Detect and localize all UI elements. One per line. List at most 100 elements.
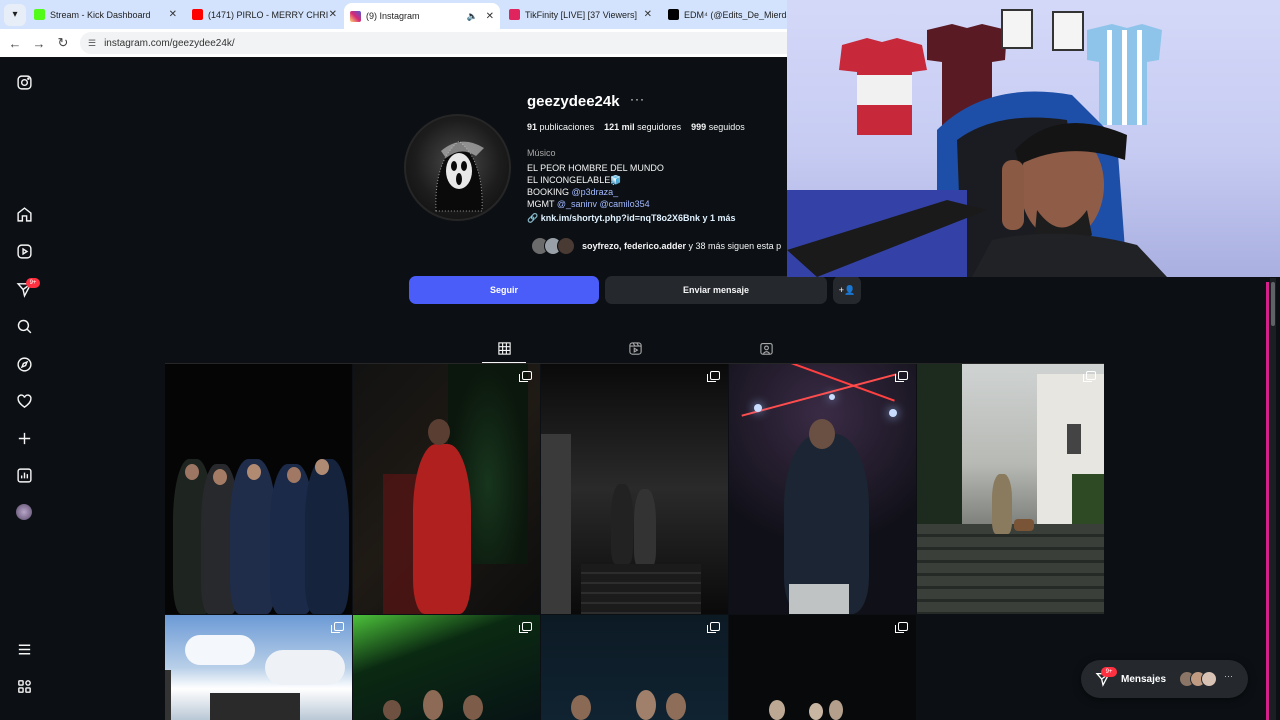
mgmt-prefix: MGMT (527, 199, 557, 209)
profile-avatar[interactable] (14, 502, 34, 522)
post-red-tracksuit-christmas[interactable] (353, 364, 540, 614)
menu-icon[interactable] (14, 639, 34, 659)
post-group-photo[interactable] (165, 364, 352, 614)
messages-pill-label: Mensajes (1121, 673, 1167, 685)
profile-picture[interactable] (404, 114, 511, 221)
close-icon[interactable]: ✕ (329, 9, 337, 20)
booking-mention-link[interactable]: @p3draza_ (572, 187, 619, 197)
posts-label: publicaciones (539, 122, 595, 132)
tab-search-dropdown[interactable]: ▾ (4, 3, 26, 26)
followers-stat[interactable]: 121 mil seguidores (604, 122, 681, 132)
post-club-group[interactable] (541, 615, 728, 720)
reels-icon[interactable] (14, 241, 34, 261)
bio-link-text: knk.im/shortyt.php?id=nqT8o2X6Bnk y 1 má… (540, 213, 736, 223)
messages-badge: 9+ (26, 278, 40, 288)
carousel-icon (895, 371, 908, 382)
mgmt-mention-link[interactable]: @camilo354 (600, 199, 650, 209)
profile-username: geezydee24k (527, 93, 620, 110)
carousel-icon (519, 371, 532, 382)
ghostface-image (435, 140, 484, 212)
mgmt-mention-link[interactable]: @_saninv (557, 199, 597, 209)
scrollbar-track[interactable] (1270, 278, 1276, 720)
carousel-icon (895, 622, 908, 633)
post-bw-stairs[interactable] (541, 364, 728, 614)
x-favicon-icon (668, 9, 679, 20)
browser-tab-x[interactable]: EDM⁴ (@Edits_De_Mierda) / X (662, 3, 787, 26)
reload-icon[interactable]: ↻ (51, 35, 75, 51)
explore-icon[interactable] (14, 354, 34, 374)
tab-posts-grid-icon[interactable] (495, 339, 513, 357)
browser-tab-kick[interactable]: Stream - Kick Dashboard ✕ (28, 3, 183, 26)
bio-external-link[interactable]: 🔗 knk.im/shortyt.php?id=nqT8o2X6Bnk y 1 … (527, 212, 736, 224)
youtube-favicon-icon (192, 9, 203, 20)
speaker-icon[interactable]: 🔈 (467, 11, 478, 22)
post-night-crowd[interactable] (729, 615, 916, 720)
site-info-icon[interactable]: ☰ (88, 38, 96, 49)
carousel-icon (519, 622, 532, 633)
post-mansion-dog[interactable] (917, 364, 1104, 614)
close-icon[interactable]: ✕ (169, 9, 177, 20)
chat-avatar (1201, 671, 1217, 687)
posts-count: 91 (527, 122, 538, 132)
browser-tab-youtube[interactable]: (1471) PIRLO - MERRY CHRISTM ✕ (186, 3, 343, 26)
followed-by[interactable]: soyfrezo, federico.adder y 38 más siguen… (531, 237, 781, 255)
webcam-image (787, 9, 1167, 277)
close-icon[interactable]: ✕ (644, 9, 652, 20)
dashboard-icon[interactable] (14, 465, 34, 485)
stream-overlay-border (1266, 282, 1269, 720)
close-icon[interactable]: ✕ (486, 11, 494, 22)
follower-avatar (557, 237, 575, 255)
post-sky-stage[interactable] (165, 615, 352, 720)
forward-icon[interactable]: → (27, 36, 51, 51)
messages-pill[interactable]: 9+ Mensajes ··· (1081, 660, 1248, 698)
tab-label: (1471) PIRLO - MERRY CHRISTM (208, 9, 328, 20)
browser-tab-instagram[interactable]: (9) Instagram 🔈 ✕ (344, 3, 500, 29)
carousel-icon (1083, 371, 1096, 382)
tab-label: (9) Instagram (366, 11, 420, 21)
more-options-button[interactable]: ··· (630, 92, 645, 106)
booking-prefix: BOOKING (527, 187, 572, 197)
instagram-favicon-icon (350, 10, 361, 22)
url-text: instagram.com/geezydee24k/ (104, 37, 235, 49)
search-icon[interactable] (14, 316, 34, 336)
bio-line: EL INCONGELABLE🧊 (527, 175, 622, 185)
home-icon[interactable] (14, 204, 34, 224)
tab-label: EDM⁴ (@Edits_De_Mierda) / X (684, 9, 787, 20)
tab-tagged-icon[interactable] (757, 339, 775, 357)
followed-by-text: soyfrezo, federico.adder y 38 más siguen… (582, 241, 781, 251)
posts-stat: 91 publicaciones (527, 122, 594, 132)
following-label: seguidos (708, 122, 745, 132)
scrollbar-thumb[interactable] (1271, 282, 1275, 326)
webcam-overlay (787, 0, 1280, 277)
bio-booking: BOOKING @p3draza_ (527, 186, 736, 198)
send-message-button[interactable]: Enviar mensaje (605, 276, 827, 304)
profile-stats: 91 publicaciones 121 mil seguidores 999 … (527, 122, 745, 132)
following-count: 999 (691, 122, 707, 132)
tab-label: Stream - Kick Dashboard (50, 9, 151, 20)
back-icon[interactable]: ← (3, 36, 27, 51)
following-stat[interactable]: 999 seguidos (691, 122, 745, 132)
kick-favicon-icon (34, 9, 45, 20)
heart-icon[interactable] (14, 391, 34, 411)
post-green-club[interactable] (353, 615, 540, 720)
instagram-logo-icon[interactable] (14, 72, 34, 92)
followed-by-names: soyfrezo, federico.adder (582, 241, 687, 251)
carousel-icon (707, 371, 720, 382)
carousel-icon (707, 622, 720, 633)
browser-tab-tikfinity[interactable]: TikFinity [LIVE] [37 Viewers] ✕ (503, 3, 658, 26)
create-icon[interactable] (14, 428, 34, 448)
suggested-users-button[interactable]: +👤 (833, 276, 861, 304)
tikfinity-favicon-icon (509, 9, 520, 20)
address-bar[interactable]: ☰ instagram.com/geezydee24k/ (80, 32, 800, 54)
followed-by-rest: y 38 más siguen esta p (686, 241, 782, 251)
tab-reels-icon[interactable] (626, 339, 644, 357)
followers-count: 121 mil (604, 122, 635, 132)
meta-apps-icon[interactable] (14, 676, 34, 696)
tab-label: TikFinity [LIVE] [37 Viewers] (525, 9, 638, 20)
follow-button[interactable]: Seguir (409, 276, 599, 304)
link-icon: 🔗 (527, 213, 539, 223)
active-tab-indicator (482, 362, 526, 363)
more-chats-icon: ··· (1224, 671, 1233, 681)
bio-mgmt: MGMT @_saninv @camilo354 (527, 198, 736, 210)
post-concert-lights[interactable] (729, 364, 916, 614)
